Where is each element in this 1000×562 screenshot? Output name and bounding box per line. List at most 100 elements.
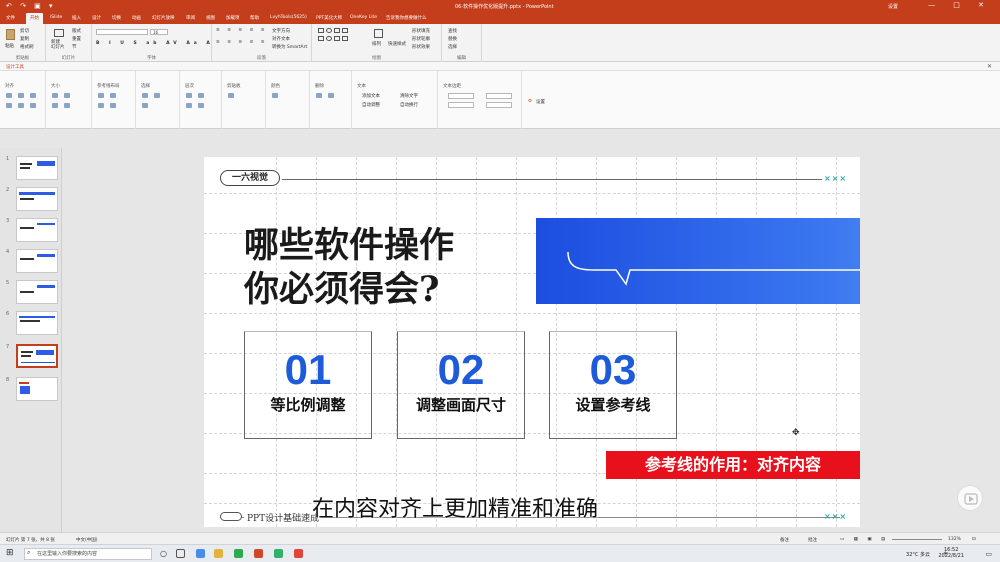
tab-ppt-master[interactable]: PPT美化大师 bbox=[316, 15, 342, 21]
guide-layout-icon[interactable] bbox=[110, 93, 116, 98]
clear-text-button[interactable]: 清除文字 bbox=[400, 93, 418, 99]
scale-icon[interactable] bbox=[64, 103, 70, 108]
windows-start-icon[interactable]: ⊞ bbox=[6, 548, 14, 558]
taskbar-search[interactable]: 在这里输入你要搜索的内容 bbox=[24, 548, 152, 560]
slide-thumbnail-7[interactable] bbox=[16, 344, 58, 368]
cortana-icon[interactable]: ○ bbox=[160, 549, 167, 558]
find-button[interactable]: 查找 bbox=[448, 28, 457, 34]
layer-icon[interactable] bbox=[198, 103, 204, 108]
slide-thumbnail-4[interactable] bbox=[16, 249, 58, 273]
replace-button[interactable]: 替换 bbox=[448, 36, 457, 42]
tab-insert[interactable]: 插入 bbox=[72, 15, 81, 21]
new-slide-button[interactable]: 新建 幻灯片 bbox=[51, 40, 65, 50]
powerpoint-icon[interactable] bbox=[254, 549, 263, 558]
quick-access-toolbar[interactable]: ↶ ↷ ▣ ▾ bbox=[6, 2, 56, 10]
zoom-level[interactable]: 132% bbox=[948, 537, 961, 542]
align-center-icon[interactable] bbox=[18, 93, 24, 98]
select-icon[interactable] bbox=[142, 103, 148, 108]
guide-layout-icon[interactable] bbox=[98, 103, 104, 108]
tab-view[interactable]: 视图 bbox=[206, 15, 215, 21]
shape-outline-button[interactable]: 形状轮廓 bbox=[412, 36, 430, 42]
settings-icon[interactable]: ⚙ bbox=[528, 99, 532, 104]
guide-layout-icon[interactable] bbox=[98, 93, 104, 98]
align-left-icon[interactable] bbox=[6, 93, 12, 98]
add-text-button[interactable]: 添加文本 bbox=[362, 93, 380, 99]
slide-thumbnail-5[interactable] bbox=[16, 280, 58, 304]
margin-input[interactable] bbox=[448, 102, 474, 108]
align-bottom-icon[interactable] bbox=[30, 103, 36, 108]
weather-tray[interactable]: 32°C 多云 bbox=[906, 551, 930, 558]
window-controls[interactable]: — □ ✕ bbox=[928, 1, 992, 9]
notification-icon[interactable]: ▭ bbox=[985, 550, 992, 558]
tab-review[interactable]: 审阅 bbox=[186, 15, 195, 21]
list-buttons[interactable]: ≡ ≡ ≡ ≡ ≡ bbox=[216, 28, 268, 33]
same-height-icon[interactable] bbox=[64, 93, 70, 98]
same-width-icon[interactable] bbox=[52, 93, 58, 98]
system-clock[interactable]: 16:52 2022/8/21 bbox=[938, 547, 964, 559]
color-icon[interactable] bbox=[272, 93, 278, 98]
slide-thumbnail-8[interactable] bbox=[16, 377, 58, 401]
tab-slideshow[interactable]: 幻灯片放映 bbox=[152, 15, 175, 21]
play-button[interactable] bbox=[957, 485, 983, 511]
shape-effect-button[interactable]: 形状效果 bbox=[412, 44, 430, 50]
notes-button[interactable]: 备注 bbox=[780, 537, 789, 543]
tab-transitions[interactable]: 切换 bbox=[112, 15, 121, 21]
align-middle-icon[interactable] bbox=[18, 103, 24, 108]
reset-button[interactable]: 重置 bbox=[72, 36, 81, 42]
cut-button[interactable]: 剪切 bbox=[20, 28, 29, 34]
same-size-icon[interactable] bbox=[52, 103, 58, 108]
fit-slide-icon[interactable]: ⊡ bbox=[972, 537, 976, 542]
text-direction-button[interactable]: 文字方向 bbox=[272, 28, 290, 34]
slide-thumbnail-2[interactable] bbox=[16, 187, 58, 211]
font-size-box[interactable]: 16 bbox=[150, 29, 168, 35]
align-top-icon[interactable] bbox=[6, 103, 12, 108]
folder-icon[interactable] bbox=[214, 549, 223, 558]
font-name-box[interactable] bbox=[96, 29, 148, 35]
tab-islide[interactable]: iSlide bbox=[50, 15, 62, 20]
margin-input[interactable] bbox=[448, 93, 474, 99]
select-button[interactable]: 选择 bbox=[448, 44, 457, 50]
select-icon[interactable] bbox=[154, 93, 160, 98]
section-button[interactable]: 节 bbox=[72, 44, 77, 50]
layer-icon[interactable] bbox=[186, 93, 192, 98]
arrange-button[interactable]: 排列 bbox=[372, 41, 381, 47]
tab-addins[interactable]: 加载项 bbox=[226, 15, 240, 21]
auto-fit-button[interactable]: 自动调整 bbox=[362, 102, 380, 108]
format-painter-button[interactable]: 格式刷 bbox=[20, 44, 34, 50]
app-icon[interactable] bbox=[274, 549, 283, 558]
comments-button[interactable]: 批注 bbox=[808, 537, 817, 543]
select-icon[interactable] bbox=[142, 93, 148, 98]
slide-thumbnail-1[interactable] bbox=[16, 156, 58, 180]
language-indicator[interactable]: 中文(中国) bbox=[76, 537, 98, 543]
shape-fill-button[interactable]: 形状填充 bbox=[412, 28, 430, 34]
tab-home[interactable]: 开始 bbox=[26, 13, 43, 24]
tab-file[interactable]: 文件 bbox=[6, 15, 15, 21]
guide-layout-icon[interactable] bbox=[110, 103, 116, 108]
view-buttons[interactable]: ▭ ▦ ▣ ▤ bbox=[840, 537, 889, 542]
quick-styles-button[interactable]: 快速样式 bbox=[388, 41, 406, 47]
layer-icon[interactable] bbox=[198, 93, 204, 98]
align-buttons[interactable]: ≡ ≡ ≡ ≡ ≡ bbox=[216, 40, 268, 45]
close-icon[interactable]: ✕ bbox=[987, 63, 992, 70]
slide-thumbnail-6[interactable] bbox=[16, 311, 58, 335]
tab-lvyhtools[interactable]: LvyhTools(5625) bbox=[270, 15, 307, 20]
margin-input[interactable] bbox=[486, 93, 512, 99]
font-format-buttons[interactable]: B I U S ab AV Aa A bbox=[96, 41, 214, 46]
app-icon[interactable] bbox=[294, 549, 303, 558]
slide-thumbnail-3[interactable] bbox=[16, 218, 58, 242]
settings-button[interactable]: 设置 bbox=[536, 99, 545, 105]
tell-me-search[interactable]: 告诉我你想要做什么 bbox=[386, 15, 427, 21]
tab-onekey[interactable]: OneKey Lite bbox=[350, 15, 377, 20]
layer-icon[interactable] bbox=[186, 103, 192, 108]
word-wrap-button[interactable]: 自动换行 bbox=[400, 102, 418, 108]
browser-icon[interactable] bbox=[196, 549, 205, 558]
align-right-icon[interactable] bbox=[30, 93, 36, 98]
align-text-button[interactable]: 对齐文本 bbox=[272, 36, 290, 42]
margin-input[interactable] bbox=[486, 102, 512, 108]
paste-button[interactable]: 粘贴 bbox=[5, 43, 14, 49]
delete-icon[interactable] bbox=[316, 93, 322, 98]
tab-help[interactable]: 帮助 bbox=[250, 15, 259, 21]
wechat-icon[interactable] bbox=[234, 549, 243, 558]
tab-design[interactable]: 设计 bbox=[92, 15, 101, 21]
layout-button[interactable]: 版式 bbox=[72, 28, 81, 34]
